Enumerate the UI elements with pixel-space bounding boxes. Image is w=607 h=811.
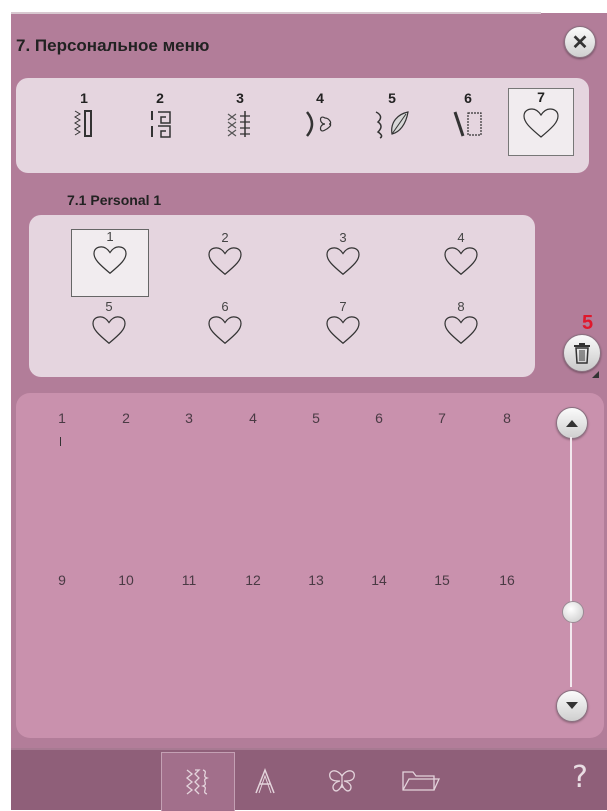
decorative-stitch-icon (151, 111, 171, 138)
heart-icon (326, 316, 360, 345)
sequence-slot-11[interactable]: 11 (174, 572, 204, 588)
personal-stitch-7[interactable]: 7 (308, 300, 378, 364)
tab-fonts[interactable] (235, 752, 295, 810)
category-number: 1 (80, 90, 88, 106)
category-number: 6 (464, 90, 472, 106)
folder-icon (402, 771, 440, 791)
heart-icon (93, 246, 127, 275)
stitch-number: 1 (106, 229, 114, 244)
font-icon (255, 767, 275, 794)
sequence-slot-16[interactable]: 16 (492, 572, 522, 588)
heart-scallop-stitch-icon (306, 111, 332, 137)
heart-icon (444, 247, 478, 276)
category-number: 3 (236, 90, 244, 106)
sequence-slot-2[interactable]: 2 (111, 410, 141, 426)
category-tab-7[interactable]: 7 (508, 88, 574, 156)
stitch-number: 4 (457, 230, 465, 245)
buttonhole-stitch-icon (74, 110, 92, 137)
toolbar-divider (11, 748, 607, 750)
bottom-toolbar (11, 748, 607, 810)
category-number: 7 (537, 89, 545, 105)
personal-stitch-8[interactable]: 8 (426, 300, 496, 364)
stitch-number: 6 (221, 299, 229, 314)
delete-options-indicator (592, 371, 599, 378)
scrollbar-thumb[interactable] (562, 601, 584, 623)
personal-stitch-1[interactable]: 1 (71, 229, 149, 297)
heart-icon (208, 247, 242, 276)
sequence-slot-9[interactable]: 9 (47, 572, 77, 588)
page-title: 7. Персональное меню (16, 36, 210, 55)
close-button[interactable]: ✕ (564, 26, 596, 58)
scroll-down-button[interactable] (556, 690, 588, 722)
butterfly-icon (329, 770, 355, 792)
heart-icon (326, 247, 360, 276)
sequence-slot-14[interactable]: 14 (364, 572, 394, 588)
personal-stitch-2[interactable]: 2 (190, 231, 260, 295)
close-icon: ✕ (571, 31, 589, 54)
sequence-slot-12[interactable]: 12 (238, 572, 268, 588)
category-tab-4[interactable]: 4 (292, 90, 348, 150)
personal-stitch-6[interactable]: 6 (190, 300, 260, 364)
stitch-menu-icon (185, 769, 210, 795)
tab-embroidery[interactable] (312, 752, 372, 810)
scroll-up-button[interactable] (556, 407, 588, 439)
category-panel: 1 2 3 4 5 6 7 (16, 78, 589, 173)
submenu-title: 7.1 Personal 1 (67, 192, 162, 208)
leaf-stitch-icon (375, 111, 409, 139)
personal-stitch-4[interactable]: 4 (426, 231, 496, 295)
sequence-slot-15[interactable]: 15 (427, 572, 457, 588)
category-number: 5 (388, 90, 396, 106)
personal-stitch-3[interactable]: 3 (308, 231, 378, 295)
stitch-number: 5 (105, 299, 113, 314)
stitch-number: 2 (221, 230, 229, 245)
top-divider (11, 12, 541, 14)
quilt-stitch-icon (453, 111, 482, 137)
stitch-number: 3 (339, 230, 347, 245)
sequence-slot-8[interactable]: 8 (492, 410, 522, 426)
heart-icon (444, 316, 478, 345)
category-tab-6[interactable]: 6 (440, 90, 496, 150)
cross-stitch-icon (227, 111, 250, 137)
category-tab-5[interactable]: 5 (364, 90, 420, 150)
trash-icon (574, 343, 590, 364)
category-tab-3[interactable]: 3 (212, 90, 268, 150)
sequence-slot-6[interactable]: 6 (364, 410, 394, 426)
personal-stitch-panel: 1 2 3 4 5 6 7 8 (29, 215, 535, 377)
sequence-slot-13[interactable]: 13 (301, 572, 331, 588)
category-tab-2[interactable]: 2 (132, 90, 188, 150)
tab-stitch-menu[interactable] (161, 752, 235, 811)
sequence-slot-4[interactable]: 4 (238, 410, 268, 426)
scrollbar-track[interactable] (570, 437, 572, 687)
delete-count-badge: 5 (582, 312, 594, 334)
delete-button[interactable] (563, 334, 601, 372)
sequence-slot-1[interactable]: 1 (47, 410, 77, 426)
stitch-sequence-panel[interactable] (16, 393, 604, 738)
tab-file-manager[interactable] (390, 752, 450, 810)
sequence-slot-3[interactable]: 3 (174, 410, 204, 426)
heart-icon (92, 316, 126, 345)
category-number: 4 (316, 90, 324, 106)
category-tab-1[interactable]: 1 (56, 90, 112, 150)
insertion-cursor (60, 437, 61, 446)
stitch-number: 7 (339, 299, 347, 314)
stitch-number: 8 (457, 299, 465, 314)
sequence-slot-5[interactable]: 5 (301, 410, 331, 426)
category-number: 2 (156, 90, 164, 106)
sequence-slot-7[interactable]: 7 (427, 410, 457, 426)
heart-icon (523, 108, 559, 138)
chevron-up-icon (566, 420, 578, 427)
help-icon[interactable]: ? (572, 760, 588, 795)
sequence-slot-10[interactable]: 10 (111, 572, 141, 588)
heart-icon (208, 316, 242, 345)
personal-stitch-5[interactable]: 5 (74, 300, 144, 364)
chevron-down-icon (566, 702, 578, 709)
